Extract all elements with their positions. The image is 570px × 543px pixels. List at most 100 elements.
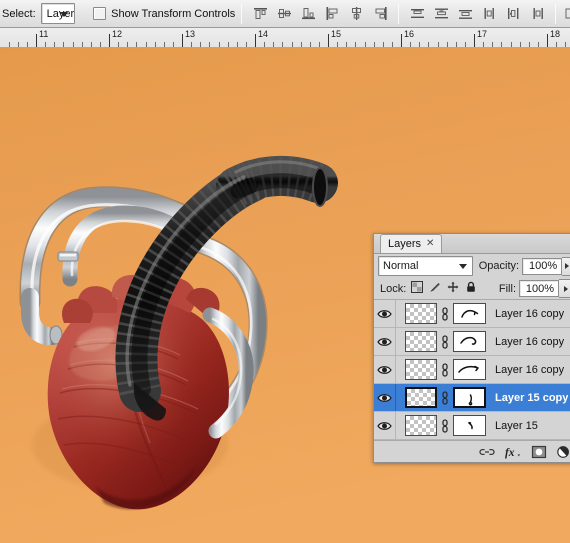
select-mode-value: Layer — [46, 7, 75, 20]
align-top-edges-icon[interactable] — [249, 3, 271, 25]
close-icon[interactable]: ✕ — [426, 239, 434, 249]
distribute-right-edges-icon[interactable] — [526, 3, 548, 25]
layer-name: Layer 16 copy — [495, 363, 565, 376]
layer-mask-link-icon[interactable] — [437, 306, 453, 322]
layer-thumbnail[interactable] — [405, 387, 437, 408]
layer-style-fx-icon[interactable]: fx — [504, 443, 521, 460]
align-horizontal-centers-icon[interactable] — [345, 3, 367, 25]
layer-thumbnail[interactable] — [405, 331, 437, 352]
distribute-horizontal-group — [477, 3, 549, 25]
layers-panel: Layers ✕ Normal Opacity: 100% Lock: Fill… — [373, 233, 570, 463]
toolbar-divider-3 — [555, 3, 557, 24]
layer-mask-thumbnail[interactable] — [453, 331, 486, 352]
layer-name: Layer 16 copy — [495, 335, 565, 348]
ruler-label: 17 — [477, 29, 488, 39]
align-bottom-edges-icon[interactable] — [297, 3, 319, 25]
distribute-bottom-edges-icon[interactable] — [454, 3, 476, 25]
opacity-slider-arrow[interactable] — [562, 256, 570, 276]
adjustment-layer-icon[interactable] — [556, 443, 570, 460]
ruler-tick-major — [328, 34, 329, 47]
lock-image-pixels-icon[interactable] — [429, 281, 441, 296]
layer-mask-link-icon[interactable] — [437, 418, 453, 434]
layer-mask-link-icon[interactable] — [437, 390, 453, 406]
blend-mode-dropdown[interactable]: Normal — [378, 256, 473, 276]
svg-text:fx: fx — [505, 446, 515, 458]
auto-align-layers-icon[interactable] — [563, 3, 570, 25]
distribute-vertical-centers-icon[interactable] — [430, 3, 452, 25]
ruler-tick-major — [547, 34, 548, 47]
ruler-tick-major — [109, 34, 110, 47]
lock-position-icon[interactable] — [447, 281, 459, 296]
layer-thumbnail[interactable] — [405, 303, 437, 324]
panel-tab-bar: Layers ✕ — [374, 234, 570, 254]
fill-label: Fill: — [498, 282, 516, 295]
align-vertical-group — [248, 3, 320, 25]
ruler-tick-major — [255, 34, 256, 47]
tab-layers[interactable]: Layers ✕ — [380, 234, 443, 253]
distribute-top-edges-icon[interactable] — [406, 3, 428, 25]
toolbar-divider — [241, 3, 243, 24]
select-mode-dropdown[interactable]: Layer — [40, 3, 76, 24]
layer-name: Layer 15 — [495, 419, 538, 432]
layer-row[interactable]: Layer 15 — [374, 412, 570, 440]
layer-mask-link-icon[interactable] — [437, 334, 453, 350]
distribute-left-edges-icon[interactable] — [478, 3, 500, 25]
tab-layers-label: Layers — [388, 238, 422, 250]
layer-row[interactable]: Layer 16 copy — [374, 300, 570, 328]
select-label: Select: — [2, 7, 36, 20]
add-layer-mask-icon[interactable] — [530, 443, 547, 460]
layers-panel-footer: fx — [374, 440, 570, 462]
ruler-tick-major — [401, 34, 402, 47]
layer-visibility-toggle[interactable] — [374, 328, 396, 355]
layer-mask-thumbnail[interactable] — [453, 303, 486, 324]
blend-opacity-row: Normal Opacity: 100% — [374, 254, 570, 278]
photoshop-window: Select: Layer Show Transform Controls 11… — [0, 0, 570, 543]
layer-mask-thumbnail[interactable] — [453, 359, 486, 380]
layer-visibility-toggle[interactable] — [374, 356, 396, 383]
ruler-label: 16 — [404, 29, 415, 39]
layer-row[interactable]: Layer 16 copy — [374, 328, 570, 356]
align-left-edges-icon[interactable] — [321, 3, 343, 25]
layers-list[interactable]: Layer 16 copy Layer 16 copy Layer 16 copy L… — [374, 300, 570, 440]
align-vertical-centers-icon[interactable] — [273, 3, 295, 25]
layer-row[interactable]: Layer 16 copy — [374, 356, 570, 384]
ruler-label: 11 — [39, 29, 49, 39]
layer-visibility-toggle[interactable] — [374, 412, 396, 439]
lock-label: Lock: — [380, 282, 407, 295]
lock-all-icon[interactable] — [465, 281, 477, 296]
chevron-down-icon — [60, 11, 69, 17]
fill-slider-arrow[interactable] — [559, 279, 570, 298]
horizontal-ruler[interactable]: 11 12 13 14 15 16 17 18 — [0, 28, 570, 48]
distribute-horizontal-centers-icon[interactable] — [502, 3, 524, 25]
toolbar-divider-2 — [398, 3, 400, 24]
show-transform-controls-label: Show Transform Controls — [111, 7, 236, 20]
checkbox-box-icon — [93, 7, 107, 20]
ruler-tick-major — [182, 34, 183, 47]
layer-name: Layer 16 copy — [495, 307, 565, 320]
lock-transparent-pixels-icon[interactable] — [411, 281, 424, 296]
chevron-down-icon — [458, 264, 467, 269]
layer-thumbnail[interactable] — [405, 415, 437, 436]
layer-mask-link-icon[interactable] — [437, 362, 453, 378]
ruler-label: 15 — [331, 29, 342, 39]
layer-visibility-toggle[interactable] — [374, 384, 396, 411]
ruler-label: 14 — [258, 29, 269, 39]
blend-mode-value: Normal — [383, 260, 419, 272]
opacity-input[interactable]: 100% — [522, 257, 563, 275]
layer-visibility-toggle[interactable] — [374, 300, 396, 327]
show-transform-controls-checkbox[interactable]: Show Transform Controls — [93, 7, 235, 20]
layer-mask-thumbnail[interactable] — [453, 415, 486, 436]
link-layers-icon[interactable] — [478, 443, 495, 460]
layer-row[interactable]: Layer 15 copy — [374, 384, 570, 412]
layer-thumbnail[interactable] — [405, 359, 437, 380]
layer-mask-thumbnail[interactable] — [453, 387, 486, 408]
distribute-vertical-group — [405, 3, 477, 25]
fill-input[interactable]: 100% — [519, 280, 559, 297]
ruler-label: 18 — [550, 29, 561, 39]
options-bar: Select: Layer Show Transform Controls — [0, 0, 570, 28]
ruler-tick-major — [474, 34, 475, 47]
opacity-label: Opacity: — [478, 260, 520, 272]
align-right-edges-icon[interactable] — [369, 3, 391, 25]
ruler-label: 12 — [112, 29, 123, 39]
layer-name: Layer 15 copy — [495, 391, 569, 404]
